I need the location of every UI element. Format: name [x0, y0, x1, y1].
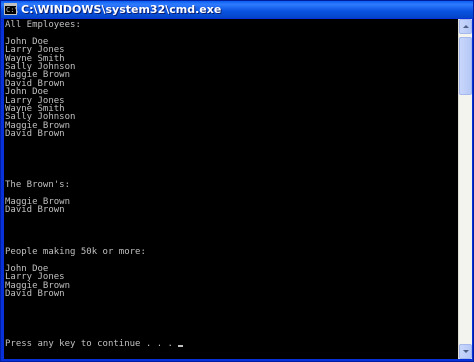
console-lines: All Employees: John Doe Larry Jones Wayn… [5, 20, 178, 349]
arrow-up-icon [463, 25, 469, 28]
console-line: David Brown [5, 289, 65, 299]
console-line: David Brown [5, 129, 65, 140]
scrollbar-thumb[interactable] [459, 37, 472, 95]
window-title: C:\WINDOWS\system32\cmd.exe [21, 3, 222, 16]
text-cursor [178, 345, 184, 348]
title-bar[interactable]: C:\ C:\WINDOWS\system32\cmd.exe [1, 1, 473, 18]
console-window: C:\ C:\WINDOWS\system32\cmd.exe All Empl… [0, 0, 474, 362]
scroll-down-button[interactable] [459, 344, 472, 359]
console-line: The Brown's: [5, 179, 71, 190]
console-line: All Employees: [5, 20, 81, 30]
console-text: All Employees: John Doe Larry Jones Wayn… [5, 20, 184, 349]
vertical-scrollbar[interactable] [458, 19, 472, 359]
console-line: David Brown [5, 204, 65, 215]
arrow-down-icon [463, 350, 469, 353]
console-line: People making 50k or more: [5, 246, 146, 257]
cmd-icon[interactable]: C:\ [4, 3, 19, 15]
console-line: Press any key to continue . . . [5, 339, 179, 350]
scroll-up-button[interactable] [459, 19, 472, 34]
console-output-area[interactable]: All Employees: John Doe Larry Jones Wayn… [4, 19, 458, 359]
